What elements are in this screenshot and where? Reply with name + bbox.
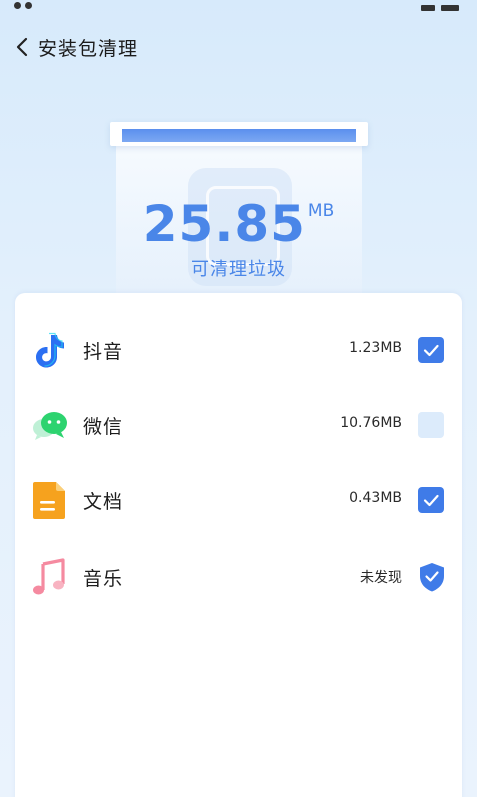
header: 安装包清理 (0, 30, 477, 66)
item-size: 0.43MB (349, 490, 402, 506)
page-title: 安装包清理 (38, 38, 139, 60)
status-right-icons (415, 0, 459, 15)
cleanable-size: 25.85 MB (0, 195, 477, 253)
item-size: 10.76MB (340, 415, 402, 431)
item-name: 微信 (83, 416, 124, 438)
box-lid (110, 122, 368, 146)
item-name: 抖音 (83, 341, 124, 363)
item-checkbox-checked[interactable] (418, 337, 444, 363)
item-name: 文档 (83, 491, 124, 513)
back-icon[interactable] (10, 34, 36, 60)
item-name: 音乐 (83, 568, 124, 590)
item-checkbox-checked[interactable] (418, 487, 444, 513)
list-item[interactable]: 抖音 1.23MB (15, 317, 462, 377)
item-status: 未发现 (360, 570, 402, 586)
document-icon (29, 479, 71, 521)
status-left-icons (14, 0, 54, 9)
size-value: 25.85 (142, 195, 306, 253)
music-icon (29, 556, 71, 598)
size-caption: 可清理垃圾 (191, 259, 286, 280)
package-list-card: 抖音 1.23MB 微信 10.76MB 文档 0.43MB 音乐 未发现 (15, 293, 462, 797)
shield-icon (418, 561, 446, 593)
status-bar (0, 0, 477, 14)
size-unit: MB (307, 201, 335, 221)
item-size: 1.23MB (349, 340, 402, 356)
list-item[interactable]: 微信 10.76MB (15, 392, 462, 452)
wechat-icon (29, 404, 71, 446)
douyin-icon (29, 329, 71, 371)
list-item[interactable]: 文档 0.43MB (15, 467, 462, 527)
list-item[interactable]: 音乐 未发现 (15, 544, 462, 604)
item-checkbox-unchecked[interactable] (418, 412, 444, 438)
